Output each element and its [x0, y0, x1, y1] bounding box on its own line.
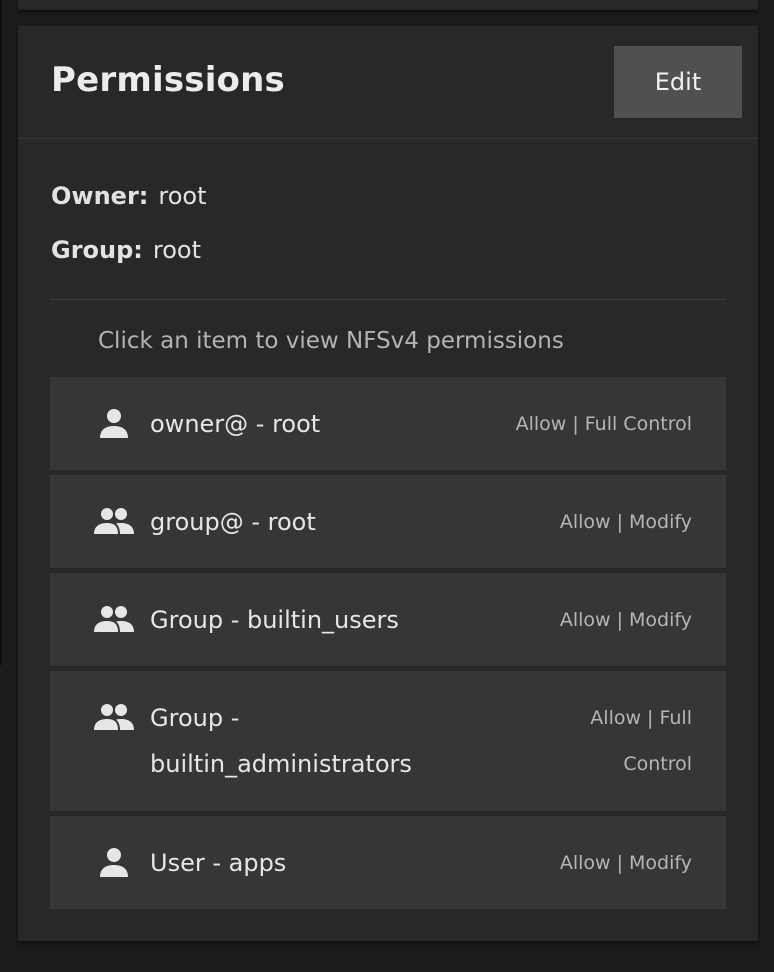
edit-button[interactable]: Edit — [614, 46, 742, 118]
owner-value: root — [158, 182, 207, 210]
ace-item-apps[interactable]: User - apps Allow | Modify — [50, 816, 726, 909]
ace-item-owner[interactable]: owner@ - root Allow | Full Control — [50, 377, 726, 470]
permissions-card: Permissions Edit Owner: root Group: root C… — [18, 26, 758, 941]
section-divider — [50, 299, 726, 300]
group-label: Group: — [51, 236, 143, 264]
card-header: Permissions Edit — [18, 26, 758, 139]
previous-card — [18, 0, 758, 10]
ace-item-builtin-administrators[interactable]: Group - builtin_administrators Allow | F… — [50, 671, 726, 811]
people-icon — [94, 702, 134, 732]
nfsv4-hint: Click an item to view NFSv4 permissions — [98, 328, 564, 354]
card-title: Permissions — [51, 60, 285, 100]
people-icon — [94, 506, 134, 536]
ace-name-line1: Group - — [150, 704, 240, 732]
ace-permission: Allow | Full Control — [515, 413, 692, 435]
group-value: root — [152, 236, 202, 264]
ace-name-line2: builtin_administrators — [150, 750, 412, 778]
ace-permission-line2: Control — [623, 753, 692, 775]
owner-label: Owner: — [51, 182, 149, 210]
ace-name: group@ - root — [150, 508, 316, 536]
ace-permission: Allow | Modify — [559, 609, 692, 631]
background-divider — [0, 0, 2, 665]
ace-item-builtin-users[interactable]: Group - builtin_users Allow | Modify — [50, 573, 726, 666]
ace-permission: Allow | Modify — [559, 511, 692, 533]
ace-permission: Allow | Modify — [559, 852, 692, 874]
people-icon — [94, 604, 134, 634]
person-icon — [94, 847, 134, 877]
ace-name: owner@ - root — [150, 410, 321, 438]
ace-permission-line1: Allow | Full — [590, 707, 692, 729]
ace-name: Group - builtin_users — [150, 606, 399, 634]
ace-name: User - apps — [150, 849, 287, 877]
owner-row: Owner: root — [51, 182, 207, 210]
ace-item-group[interactable]: group@ - root Allow | Modify — [50, 475, 726, 568]
group-row: Group: root — [51, 236, 201, 264]
person-icon — [94, 408, 134, 438]
